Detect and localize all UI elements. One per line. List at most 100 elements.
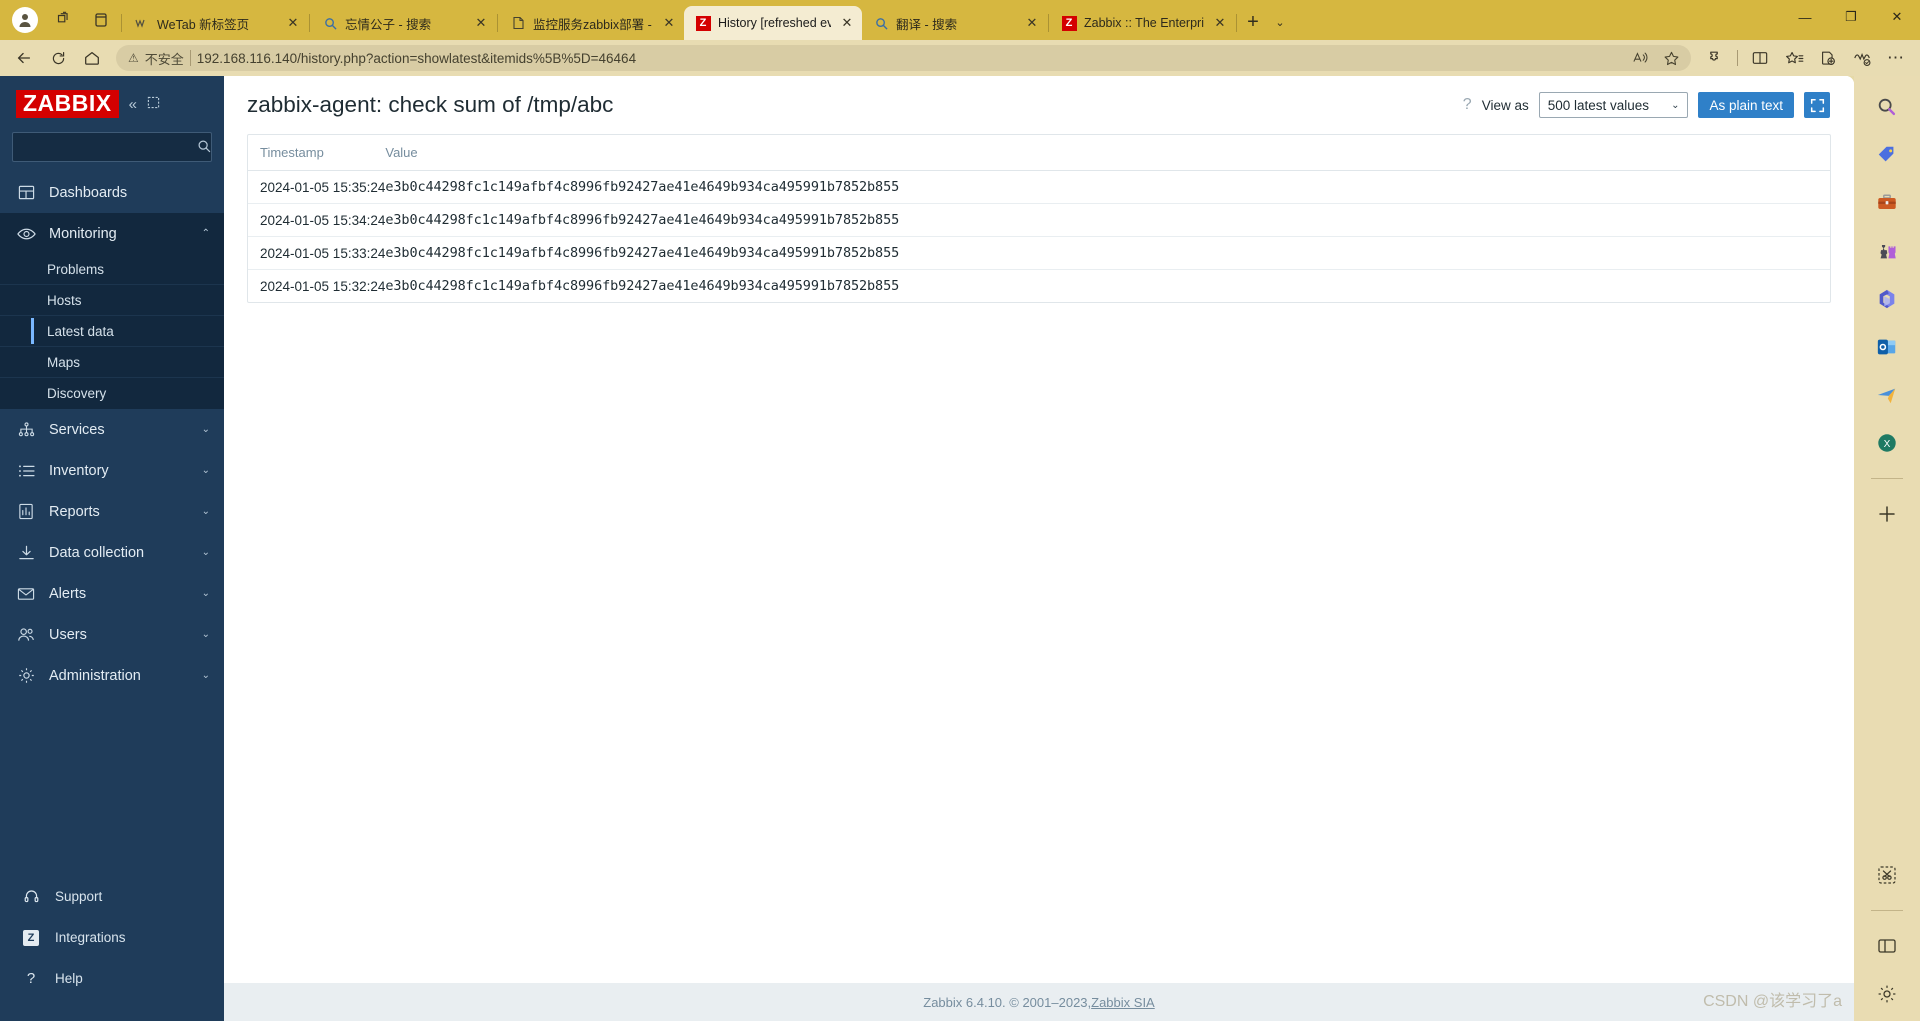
sidebar-label: Maps [47,354,81,370]
excel-icon[interactable]: X [1870,426,1904,460]
outlook-icon[interactable] [1870,330,1904,364]
zabbix-logo[interactable]: ZABBIX [16,90,119,118]
extensions-icon[interactable] [1699,43,1731,73]
report-chart-icon [16,503,36,520]
tab-title: 翻译 - 搜索 [896,17,958,32]
search-input[interactable] [21,139,197,155]
address-divider [189,50,191,66]
collapse-sidebar-icon[interactable]: « [129,96,137,113]
column-header-timestamp[interactable]: Timestamp [248,135,386,171]
sidebar-label: Alerts [49,585,87,602]
settings-more-icon[interactable]: ⋯ [1880,43,1912,73]
add-icon[interactable] [1870,497,1904,531]
zabbix-sia-link[interactable]: Zabbix SIA [1091,995,1155,1010]
sidebar-item-maps[interactable]: Maps [0,347,224,378]
search-icon[interactable] [197,139,211,156]
chevron-down-icon[interactable]: ⌄ [202,670,210,681]
back-button[interactable] [8,43,40,73]
sidebar-settings-icon[interactable] [1870,977,1904,1011]
favorites-icon[interactable] [1778,43,1810,73]
tab-separator [309,14,310,32]
tab-close-button[interactable]: ✕ [838,14,856,32]
browser-tab[interactable]: 翻译 - 搜索 ✕ [862,6,1047,40]
tab-close-button[interactable]: ✕ [1211,14,1229,32]
sidebar-item-latest-data[interactable]: Latest data [0,316,224,347]
browser-tab[interactable]: WeTab 新标签页 ✕ [123,6,308,40]
close-window-button[interactable]: ✕ [1874,0,1920,34]
collections-icon[interactable] [1812,43,1844,73]
browser-tab[interactable]: 监控服务zabbix部署 - 忘 ✕ [499,6,684,40]
sidebar-item-monitoring[interactable]: Monitoring ⌃ [0,213,224,254]
chevron-down-icon[interactable]: ⌄ [202,588,210,599]
browser-tab[interactable]: 忘情公子 - 搜索 ✕ [311,6,496,40]
tab-close-button[interactable]: ✕ [284,14,302,32]
sidebar-item-support[interactable]: Support [0,876,224,917]
home-button[interactable] [76,43,108,73]
sidebar-search[interactable] [12,132,212,162]
address-toolbar: ⚠ 不安全 192.168.116.140/history.php?action… [0,40,1920,76]
maximize-button[interactable]: ❐ [1828,0,1874,34]
browser-tab-active[interactable]: Z History [refreshed every ✕ [684,6,862,40]
chevron-down-icon[interactable]: ⌄ [202,547,210,558]
as-plain-text-button[interactable]: As plain text [1698,92,1794,118]
browser-essentials-icon[interactable] [1846,43,1878,73]
split-screen-icon[interactable] [1744,43,1776,73]
table-row[interactable]: 2024-01-05 15:32:24 e3b0c44298fc1c149afb… [248,270,1830,303]
tab-close-button[interactable]: ✕ [660,14,678,32]
minimize-button[interactable]: — [1782,0,1828,34]
table-row[interactable]: 2024-01-05 15:33:24 e3b0c44298fc1c149afb… [248,236,1830,270]
page-area: ZABBIX « Dashboards Monitoring ⌃ Problem… [0,76,1920,1021]
zabbix-icon: Z [1061,15,1077,31]
shopping-tag-icon[interactable] [1870,138,1904,172]
vertical-tabs-icon[interactable] [84,3,118,37]
microsoft365-icon[interactable] [1870,282,1904,316]
chevron-down-icon[interactable]: ⌄ [202,629,210,640]
send-to-device-icon[interactable] [1870,378,1904,412]
chevron-down-icon[interactable]: ⌄ [202,465,210,476]
chevron-down-icon[interactable]: ⌄ [202,424,210,435]
read-aloud-icon[interactable] [1627,46,1655,70]
browser-tab[interactable]: Z Zabbix :: The Enterprise-C ✕ [1050,6,1235,40]
table-row[interactable]: 2024-01-05 15:34:24 e3b0c44298fc1c149afb… [248,203,1830,237]
help-question-icon[interactable]: ? [1463,96,1472,114]
sidebar-item-inventory[interactable]: Inventory ⌄ [0,450,224,491]
sidebar-item-discovery[interactable]: Discovery [0,378,224,409]
tools-briefcase-icon[interactable] [1870,186,1904,220]
screenshot-icon[interactable] [1870,858,1904,892]
sidebar-item-services[interactable]: Services ⌄ [0,409,224,450]
table-row[interactable]: 2024-01-05 15:35:24 e3b0c44298fc1c149afb… [248,170,1830,204]
tab-close-button[interactable]: ✕ [1023,14,1041,32]
view-as-select[interactable]: 500 latest values ⌄ [1538,92,1689,118]
split-pane-icon[interactable] [1870,929,1904,963]
sidebar-item-dashboards[interactable]: Dashboards [0,172,224,213]
hide-sidebar-icon[interactable] [147,96,160,113]
integrations-badge: Z [23,929,39,946]
sidebar-item-alerts[interactable]: Alerts ⌄ [0,573,224,614]
address-bar[interactable]: ⚠ 不安全 192.168.116.140/history.php?action… [116,45,1691,71]
chevron-down-icon[interactable]: ⌄ [202,506,210,517]
sidebar-item-reports[interactable]: Reports ⌄ [0,491,224,532]
sidebar-item-administration[interactable]: Administration ⌄ [0,655,224,696]
sidebar-item-hosts[interactable]: Hosts [0,285,224,316]
games-icon[interactable] [1870,234,1904,268]
tab-search-icon[interactable] [46,3,80,37]
kiosk-fullscreen-icon[interactable] [1804,92,1830,118]
tab-separator [121,14,122,32]
chevron-up-icon[interactable]: ⌃ [202,228,210,239]
favorite-star-icon[interactable] [1657,46,1685,70]
reload-button[interactable] [42,43,74,73]
sidebar-item-data-collection[interactable]: Data collection ⌄ [0,532,224,573]
wetab-icon [134,15,150,31]
search-icon[interactable] [1870,90,1904,124]
new-tab-button[interactable]: + [1238,7,1268,37]
sidebar-item-integrations[interactable]: Z Integrations [0,917,224,958]
sidebar-label: Inventory [49,462,109,479]
sidebar-item-help[interactable]: ? Help [0,958,224,999]
profile-avatar-button[interactable] [8,3,42,37]
column-header-value[interactable]: Value [385,135,1830,171]
sidebar-item-users[interactable]: Users ⌄ [0,614,224,655]
sidebar-header: ZABBIX « [0,76,224,132]
tab-list-chevron-down-icon[interactable]: ⌄ [1268,7,1292,37]
sidebar-item-problems[interactable]: Problems [0,254,224,285]
tab-close-button[interactable]: ✕ [472,14,490,32]
